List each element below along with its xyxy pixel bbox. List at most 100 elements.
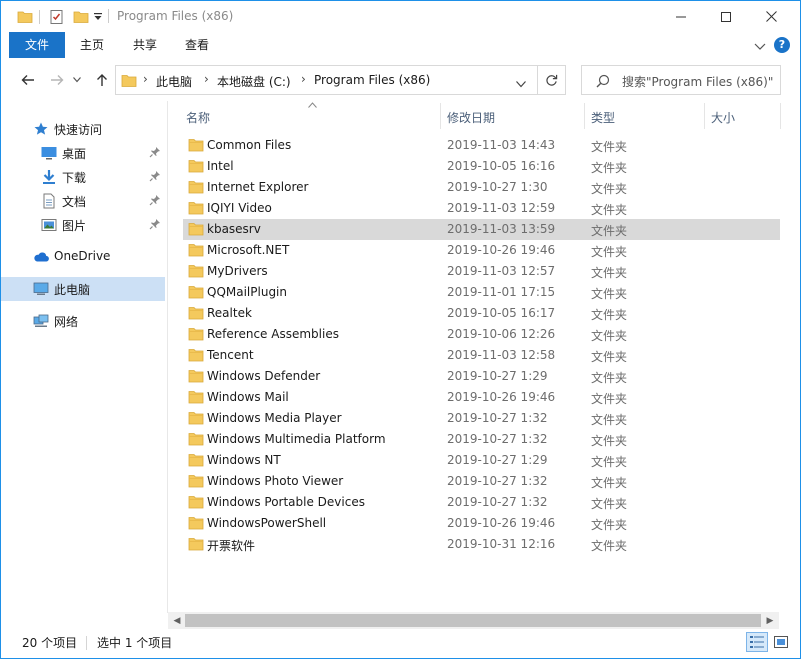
forward-arrow-icon [51, 75, 64, 85]
refresh-button[interactable] [538, 65, 566, 95]
nav-item-desktop[interactable]: 桌面 [1, 141, 165, 165]
nav-item-network[interactable]: 网络 [1, 309, 165, 333]
file-date: 2019-10-06 12:26 [447, 327, 556, 341]
table-row[interactable]: MyDrivers 2019-11-03 12:57 文件夹 [183, 261, 780, 282]
file-type: 文件夹 [591, 161, 628, 175]
tab-view[interactable]: 查看 [171, 32, 223, 58]
file-name: Internet Explorer [207, 180, 309, 194]
window-title: Program Files (x86) [117, 9, 234, 23]
computer-icon [33, 281, 49, 297]
table-row[interactable]: Common Files 2019-11-03 14:43 文件夹 [183, 135, 780, 156]
nav-item-documents[interactable]: 文档 [1, 189, 165, 213]
file-name: Tencent [207, 348, 254, 362]
tab-home[interactable]: 主页 [65, 32, 119, 58]
table-row[interactable]: Internet Explorer 2019-10-27 1:30 文件夹 [183, 177, 780, 198]
nav-item-pictures[interactable]: 图片 [1, 213, 165, 237]
new-folder-icon[interactable] [73, 9, 89, 28]
help-icon[interactable]: ? [774, 37, 790, 53]
pin-icon[interactable] [149, 218, 161, 230]
table-row[interactable]: Microsoft.NET 2019-10-26 19:46 文件夹 [183, 240, 780, 261]
table-row[interactable]: Windows Mail 2019-10-26 19:46 文件夹 [183, 387, 780, 408]
address-bar[interactable]: › 此电脑 › 本地磁盘 (C:) › Program Files (x86) [115, 65, 538, 95]
breadcrumb-local-disk[interactable]: 本地磁盘 (C:) [217, 73, 291, 90]
file-date: 2019-10-27 1:32 [447, 474, 548, 488]
customize-toolbar-icon[interactable] [93, 11, 103, 25]
scrollbar-thumb[interactable] [185, 614, 761, 627]
table-row[interactable]: Windows Defender 2019-10-27 1:29 文件夹 [183, 366, 780, 387]
tab-share[interactable]: 共享 [119, 32, 171, 58]
file-name: 开票软件 [207, 539, 256, 553]
forward-button[interactable] [48, 71, 66, 89]
title-bar: Program Files (x86) [1, 1, 800, 32]
file-date: 2019-11-03 12:57 [447, 264, 556, 278]
nav-item-downloads[interactable]: 下载 [1, 165, 165, 189]
file-date: 2019-10-26 19:46 [447, 390, 556, 404]
table-row[interactable]: Intel 2019-10-05 16:16 文件夹 [183, 156, 780, 177]
breadcrumb-separator-icon[interactable]: › [204, 72, 209, 86]
desktop-icon [41, 145, 57, 161]
pin-icon[interactable] [149, 170, 161, 182]
address-history-icon[interactable] [516, 77, 526, 91]
pin-icon[interactable] [149, 146, 161, 158]
folder-icon [188, 180, 204, 194]
minimize-button[interactable] [658, 1, 704, 32]
large-icons-view-icon [774, 636, 788, 648]
back-button[interactable] [19, 71, 37, 89]
breadcrumb-separator-icon[interactable]: › [143, 72, 148, 86]
nav-item-this-pc[interactable]: 此电脑 [1, 277, 165, 301]
scroll-right-icon[interactable]: ▶ [763, 614, 777, 627]
column-divider[interactable] [780, 103, 781, 129]
expand-ribbon-icon[interactable] [754, 40, 766, 54]
maximize-icon [721, 11, 731, 22]
breadcrumb-separator-icon[interactable]: › [301, 72, 306, 86]
table-row[interactable]: Realtek 2019-10-05 16:17 文件夹 [183, 303, 780, 324]
file-date: 2019-10-27 1:30 [447, 180, 548, 194]
table-row[interactable]: Windows Multimedia Platform 2019-10-27 1:… [183, 429, 780, 450]
table-row[interactable]: Windows Photo Viewer 2019-10-27 1:32 文件夹 [183, 471, 780, 492]
file-name: Windows Multimedia Platform [207, 432, 386, 446]
maximize-button[interactable] [703, 1, 749, 32]
file-name: QQMailPlugin [207, 285, 287, 299]
nav-quick-access[interactable]: 快速访问 [1, 117, 165, 141]
pin-icon[interactable] [149, 194, 161, 206]
file-type: 文件夹 [591, 224, 628, 238]
file-date: 2019-10-31 12:16 [447, 537, 556, 551]
file-type: 文件夹 [591, 287, 628, 301]
file-type: 文件夹 [591, 266, 628, 280]
file-type: 文件夹 [591, 518, 628, 532]
column-header-name[interactable]: 名称 [168, 103, 440, 133]
table-row[interactable]: kbasesrv 2019-11-03 13:59 文件夹 [183, 219, 780, 240]
file-date: 2019-10-26 19:46 [447, 516, 556, 530]
file-name: Microsoft.NET [207, 243, 290, 257]
table-row[interactable]: IQIYI Video 2019-11-03 12:59 文件夹 [183, 198, 780, 219]
table-row[interactable]: Windows NT 2019-10-27 1:29 文件夹 [183, 450, 780, 471]
scroll-left-icon[interactable]: ◀ [170, 614, 184, 627]
column-header-date[interactable]: 修改日期 [441, 103, 584, 133]
recent-locations-button[interactable] [72, 71, 82, 89]
nav-item-onedrive[interactable]: OneDrive [1, 245, 165, 269]
nav-label: 图片 [62, 219, 87, 233]
folder-icon [188, 432, 204, 446]
table-row[interactable]: Reference Assemblies 2019-10-06 12:26 文件夹 [183, 324, 780, 345]
up-button[interactable] [93, 71, 111, 89]
tab-file[interactable]: 文件 [9, 32, 65, 58]
table-row[interactable]: Tencent 2019-11-03 12:58 文件夹 [183, 345, 780, 366]
file-type: 文件夹 [591, 476, 628, 490]
documents-icon [41, 193, 57, 209]
folder-icon [188, 369, 204, 383]
column-header-size[interactable]: 大小 [705, 103, 785, 133]
search-input[interactable]: 搜索"Program Files (x86)" [581, 65, 781, 95]
details-view-button[interactable] [746, 632, 768, 652]
horizontal-scrollbar[interactable]: ◀ ▶ [168, 612, 779, 629]
column-header-type[interactable]: 类型 [585, 103, 704, 133]
large-icons-view-button[interactable] [770, 632, 792, 652]
table-row[interactable]: 开票软件 2019-10-31 12:16 文件夹 [183, 534, 780, 555]
table-row[interactable]: WindowsPowerShell 2019-10-26 19:46 文件夹 [183, 513, 780, 534]
table-row[interactable]: QQMailPlugin 2019-11-01 17:15 文件夹 [183, 282, 780, 303]
breadcrumb-program-files[interactable]: Program Files (x86) [314, 73, 430, 87]
breadcrumb-this-pc[interactable]: 此电脑 [156, 73, 192, 90]
table-row[interactable]: Windows Portable Devices 2019-10-27 1:32 文… [183, 492, 780, 513]
properties-icon[interactable] [49, 9, 65, 28]
table-row[interactable]: Windows Media Player 2019-10-27 1:32 文件夹 [183, 408, 780, 429]
close-button[interactable] [748, 1, 794, 32]
